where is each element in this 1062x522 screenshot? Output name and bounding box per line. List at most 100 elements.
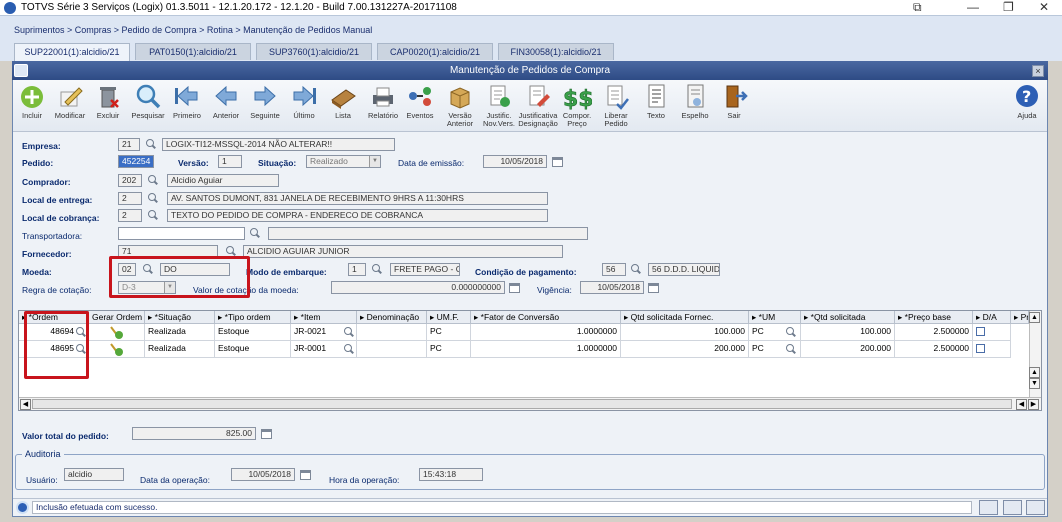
- maximize-button[interactable]: ❐: [1003, 0, 1014, 14]
- local-entrega-search-icon[interactable]: [147, 192, 159, 204]
- condicao-search-icon[interactable]: [630, 263, 642, 275]
- versao-anterior-button[interactable]: Versão Anterior: [440, 82, 480, 128]
- pesquisar-button[interactable]: Pesquisar: [128, 82, 168, 120]
- vigencia-field[interactable]: 10/05/2018: [580, 281, 644, 294]
- cell-qtd-fornec[interactable]: 100.000: [621, 324, 749, 341]
- col-gerar-ordem[interactable]: Gerar Ordem: [89, 311, 145, 324]
- chevron-down-icon[interactable]: ▼: [369, 156, 380, 167]
- col-qtd-solicitada[interactable]: ▸ *Qtd solicitada: [801, 311, 895, 324]
- lista-button[interactable]: Lista: [323, 82, 363, 120]
- tab-sup3760[interactable]: SUP3760(1):alcidio/21: [256, 43, 372, 60]
- versao-field[interactable]: 1: [218, 155, 242, 168]
- um-search-icon[interactable]: [785, 343, 797, 355]
- cell-denominacao[interactable]: [357, 341, 427, 358]
- col-tipo-ordem[interactable]: ▸ *Tipo ordem: [215, 311, 291, 324]
- status-link-icon[interactable]: [979, 500, 998, 515]
- dialog-close-button[interactable]: ×: [1032, 65, 1044, 77]
- tab-pat0150[interactable]: PAT0150(1):alcidio/21: [135, 43, 251, 60]
- close-window-button[interactable]: ✕: [1039, 0, 1049, 14]
- situacao-select[interactable]: Realizado ▼: [306, 155, 381, 168]
- local-cobranca-code-field[interactable]: 2: [118, 209, 142, 222]
- cell-tipo-ordem[interactable]: Estoque: [215, 341, 291, 358]
- tab-fin30058[interactable]: FIN30058(1):alcidio/21: [498, 43, 614, 60]
- minimize-button[interactable]: —: [967, 0, 979, 14]
- cell-denominacao[interactable]: [357, 324, 427, 341]
- pedido-field[interactable]: 452254: [118, 155, 154, 168]
- cell-situacao[interactable]: Realizada: [145, 341, 215, 358]
- cell-fator[interactable]: 1.0000000: [471, 324, 621, 341]
- comprador-code-field[interactable]: 202: [118, 174, 142, 187]
- col-umf[interactable]: ▸ UM.F.: [427, 311, 471, 324]
- col-preco-base[interactable]: ▸ *Preço base: [895, 311, 973, 324]
- ultimo-button[interactable]: Último: [284, 82, 324, 120]
- local-cobranca-search-icon[interactable]: [147, 209, 159, 221]
- scroll-up-icon[interactable]: ▲: [1029, 367, 1040, 378]
- scroll-left-icon[interactable]: ◀: [1016, 399, 1027, 410]
- tab-sup22001[interactable]: SUP22001(1):alcidio/21: [14, 43, 130, 61]
- relatorio-button[interactable]: Relatório: [363, 82, 403, 120]
- cell-da[interactable]: [973, 324, 1011, 341]
- primeiro-button[interactable]: Primeiro: [167, 82, 207, 120]
- seguinte-button[interactable]: Seguinte: [245, 82, 285, 120]
- cell-qtd-solicitada[interactable]: 100.000: [801, 324, 895, 341]
- scroll-down-icon[interactable]: ▼: [1029, 378, 1040, 389]
- gerar-ordem-icon[interactable]: [108, 324, 128, 340]
- cell-qtd-solicitada[interactable]: 200.000: [801, 341, 895, 358]
- modificar-button[interactable]: Modificar: [50, 82, 90, 120]
- local-entrega-code-field[interactable]: 2: [118, 192, 142, 205]
- cell-preco-base[interactable]: 2.500000: [895, 341, 973, 358]
- col-item[interactable]: ▸ *Item: [291, 311, 357, 324]
- col-fator-conversao[interactable]: ▸ *Fator de Conversão: [471, 311, 621, 324]
- ajuda-button[interactable]: ? Ajuda: [1007, 82, 1047, 120]
- modo-embarque-search-icon[interactable]: [371, 263, 383, 275]
- cell-qtd-fornec[interactable]: 200.000: [621, 341, 749, 358]
- cell-gerar-ordem[interactable]: [89, 324, 145, 341]
- window-menu-icon[interactable]: ⧉: [913, 0, 922, 15]
- status-list-icon[interactable]: [1026, 500, 1045, 515]
- incluir-button[interactable]: Incluir: [12, 82, 52, 120]
- eventos-button[interactable]: Eventos: [400, 82, 440, 120]
- empresa-code-field[interactable]: 21: [118, 138, 140, 151]
- anterior-button[interactable]: Anterior: [206, 82, 246, 120]
- data-emissao-field[interactable]: 10/05/2018: [483, 155, 547, 168]
- cell-gerar-ordem[interactable]: [89, 341, 145, 358]
- cell-umf[interactable]: PC: [427, 341, 471, 358]
- justific-nov-vers-button[interactable]: Justific. Nov.Vers.: [479, 82, 519, 128]
- comprador-search-icon[interactable]: [147, 174, 159, 186]
- compor-preco-button[interactable]: $$ Compor. Preço: [557, 82, 597, 128]
- col-um[interactable]: ▸ *UM: [749, 311, 801, 324]
- calendar-icon[interactable]: [300, 470, 311, 480]
- scroll-thumb[interactable]: [32, 399, 1012, 409]
- col-situacao[interactable]: ▸ *Situação: [145, 311, 215, 324]
- cell-da[interactable]: [973, 341, 1011, 358]
- sair-button[interactable]: Sair: [714, 82, 754, 120]
- modo-embarque-code-field[interactable]: 1: [348, 263, 366, 276]
- tab-cap0020[interactable]: CAP0020(1):alcidio/21: [377, 43, 493, 60]
- um-search-icon[interactable]: [785, 326, 797, 338]
- cell-fator[interactable]: 1.0000000: [471, 341, 621, 358]
- scroll-left-icon[interactable]: ◀: [20, 399, 31, 410]
- liberar-pedido-button[interactable]: Liberar Pedido: [596, 82, 636, 128]
- calculator-icon[interactable]: [261, 429, 272, 439]
- cell-preco-base[interactable]: 2.500000: [895, 324, 973, 341]
- justificativa-designacao-button[interactable]: Justificativa Designação: [518, 82, 558, 128]
- col-denominacao[interactable]: ▸ Denominação: [357, 311, 427, 324]
- item-search-icon[interactable]: [343, 326, 355, 338]
- col-pr[interactable]: ▸ Pr: [1011, 311, 1029, 324]
- texto-button[interactable]: Texto: [636, 82, 676, 120]
- empresa-search-icon[interactable]: [145, 138, 157, 150]
- scroll-up-icon[interactable]: ▲: [1029, 312, 1040, 323]
- calculator-icon[interactable]: [509, 283, 520, 293]
- cell-umf[interactable]: PC: [427, 324, 471, 341]
- col-da[interactable]: ▸ D/A: [973, 311, 1011, 324]
- cell-tipo-ordem[interactable]: Estoque: [215, 324, 291, 341]
- col-qtd-fornec[interactable]: ▸ Qtd solicitada Fornec.: [621, 311, 749, 324]
- scroll-right-icon[interactable]: ▶: [1028, 399, 1039, 410]
- valor-cotacao-field[interactable]: 0.000000000: [331, 281, 505, 294]
- excluir-button[interactable]: Excluir: [88, 82, 128, 120]
- status-edit-icon[interactable]: [1003, 500, 1022, 515]
- espelho-button[interactable]: Espelho: [675, 82, 715, 120]
- da-checkbox[interactable]: [976, 344, 985, 353]
- calendar-icon[interactable]: [648, 283, 659, 293]
- da-checkbox[interactable]: [976, 327, 985, 336]
